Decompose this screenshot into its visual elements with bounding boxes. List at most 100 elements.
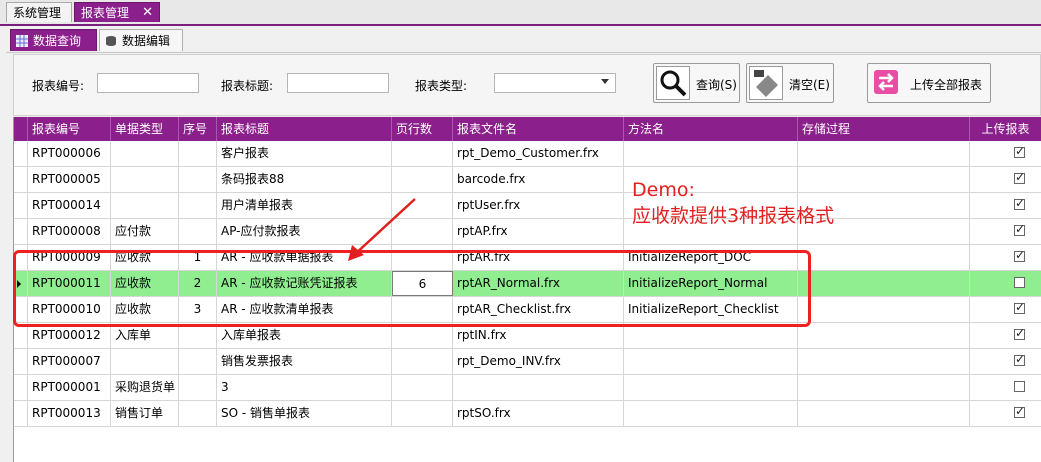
cell-code[interactable]: RPT000001 [28,375,111,400]
upload-checkbox[interactable] [1014,381,1025,392]
col-header[interactable]: 序号 [179,117,217,141]
col-header[interactable]: 页行数 [392,117,453,141]
col-header[interactable]: 报表文件名 [453,117,624,141]
report-type-select[interactable] [494,73,616,93]
upload-checkbox[interactable] [1014,404,1025,418]
upload-checkbox[interactable] [1014,196,1025,210]
cell-proc[interactable] [798,297,970,322]
cell-lines[interactable] [392,141,453,166]
cell-method[interactable] [624,375,798,400]
cell-file[interactable]: barcode.frx [453,167,624,192]
cell-seq[interactable] [179,375,217,400]
cell-seq[interactable] [179,167,217,192]
col-header[interactable]: 存储过程 [798,117,970,141]
col-header[interactable]: 上传报表 [970,117,1041,141]
report-title-input[interactable] [287,73,389,93]
col-header[interactable]: 单据类型 [111,117,179,141]
table-row[interactable]: RPT000007 销售发票报表 rpt_Demo_INV.frx [14,349,1041,375]
cell-proc[interactable] [798,375,970,400]
tab-data-query[interactable]: 数据查询 [10,29,97,51]
cell-lines[interactable] [392,401,453,426]
tab-data-edit[interactable]: 数据编辑 [99,29,183,51]
cell-type[interactable] [111,167,179,192]
table-row[interactable]: RPT000014 用户清单报表 rptUser.frx [14,193,1041,219]
upload-checkbox[interactable] [1014,248,1025,262]
cell-file[interactable]: rptSO.frx [453,401,624,426]
cell-file[interactable] [453,375,624,400]
table-row[interactable]: RPT000008 应付款 AP-应付款报表 rptAP.frx [14,219,1041,245]
table-row[interactable]: RPT000001 采购退货单 3 [14,375,1041,401]
cell-title[interactable]: 销售发票报表 [217,349,392,374]
table-row[interactable]: RPT000013 销售订单 SO - 销售单报表 rptSO.frx [14,401,1041,427]
upload-checkbox[interactable] [1014,222,1025,236]
cell-proc[interactable] [798,323,970,348]
cell-title[interactable]: 条码报表88 [217,167,392,192]
cell-proc[interactable] [798,141,970,166]
upload-checkbox[interactable] [1014,352,1025,366]
cell-title[interactable]: 3 [217,375,392,400]
upload-checkbox[interactable] [1014,326,1025,340]
cell-seq[interactable] [179,141,217,166]
cell-method[interactable] [624,349,798,374]
cell-proc[interactable] [798,349,970,374]
cell-file[interactable]: rptAP.frx [453,219,624,244]
table-row[interactable]: RPT000005 条码报表88 barcode.frx [14,167,1041,193]
row-indicator[interactable] [14,167,28,192]
cell-lines[interactable] [392,375,453,400]
cell-code[interactable]: RPT000007 [28,349,111,374]
cell-seq[interactable] [179,349,217,374]
cell-method[interactable] [624,401,798,426]
col-header[interactable]: 方法名 [624,117,798,141]
table-row[interactable]: RPT000006 客户报表 rpt_Demo_Customer.frx [14,141,1041,167]
cell-type[interactable] [111,349,179,374]
upload-checkbox[interactable] [1014,277,1025,288]
cell-upload [970,193,1041,218]
row-indicator[interactable] [14,193,28,218]
cell-file[interactable]: rpt_Demo_Customer.frx [453,141,624,166]
row-indicator[interactable] [14,141,28,166]
row-indicator[interactable] [14,375,28,400]
cell-upload [970,323,1041,348]
close-icon[interactable]: ✕ [142,3,153,23]
cell-seq[interactable] [179,401,217,426]
cell-method[interactable] [624,141,798,166]
upload-checkbox[interactable] [1014,300,1025,314]
cell-type[interactable]: 应付款 [111,219,179,244]
cell-type[interactable]: 销售订单 [111,401,179,426]
cell-file[interactable]: rpt_Demo_INV.frx [453,349,624,374]
cell-proc[interactable] [798,271,970,296]
cell-code[interactable]: RPT000014 [28,193,111,218]
col-header[interactable]: 报表标题 [217,117,392,141]
cell-code[interactable]: RPT000008 [28,219,111,244]
cell-code[interactable]: RPT000013 [28,401,111,426]
cell-proc[interactable] [798,245,970,270]
annotation-text: Demo: 应收款提供3种报表格式 [632,179,835,227]
col-header[interactable]: 报表编号 [28,117,111,141]
upload-checkbox[interactable] [1014,144,1025,158]
cell-type[interactable]: 采购退货单 [111,375,179,400]
cell-proc[interactable] [798,401,970,426]
clear-button[interactable]: 清空(E) [746,63,834,103]
cell-title[interactable]: SO - 销售单报表 [217,401,392,426]
inner-tab-bar: 数据查询 数据编辑 [6,26,1041,53]
row-indicator[interactable] [14,349,28,374]
tab-system-management[interactable]: 系统管理 [6,2,72,22]
cell-upload [970,141,1041,166]
cell-code[interactable]: RPT000005 [28,167,111,192]
cell-lines[interactable] [392,167,453,192]
cell-lines[interactable] [392,349,453,374]
cell-seq[interactable] [179,193,217,218]
cell-code[interactable]: RPT000006 [28,141,111,166]
report-code-input[interactable] [97,73,199,93]
row-indicator[interactable] [14,401,28,426]
cell-file[interactable]: rptUser.frx [453,193,624,218]
cell-type[interactable] [111,193,179,218]
row-indicator[interactable] [14,219,28,244]
upload-all-reports-button[interactable]: 上传全部报表 [867,63,991,103]
cell-seq[interactable] [179,219,217,244]
cell-title[interactable]: 客户报表 [217,141,392,166]
tab-report-management[interactable]: 报表管理 ✕ [74,2,160,22]
cell-type[interactable] [111,141,179,166]
upload-checkbox[interactable] [1014,170,1025,184]
query-button[interactable]: 查询(S) [653,63,740,103]
